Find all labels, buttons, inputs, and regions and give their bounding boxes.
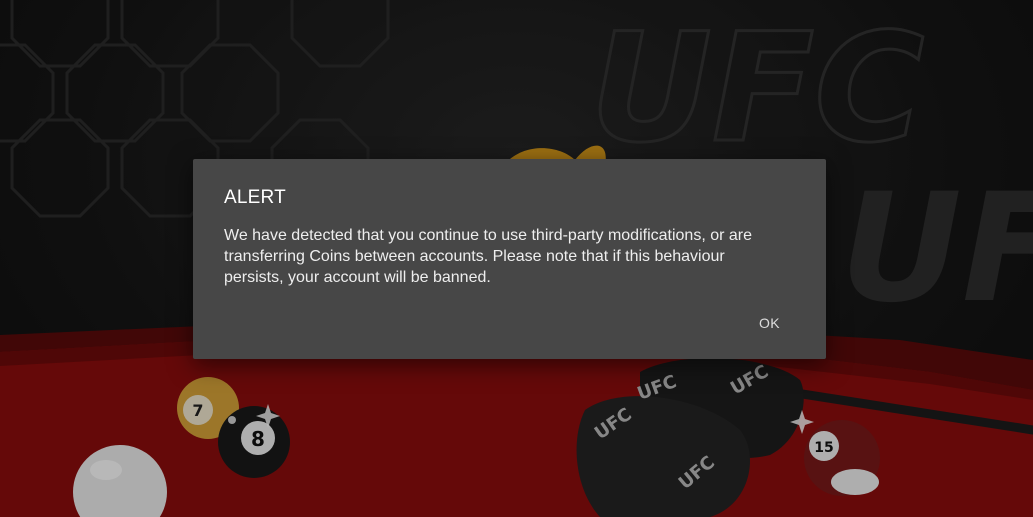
dialog-title: ALERT <box>224 187 286 208</box>
ok-button[interactable]: OK <box>753 311 786 335</box>
game-screen: UFC UFC 7 8 <box>0 0 1033 517</box>
alert-dialog: ALERT We have detected that you continue… <box>193 159 826 359</box>
dialog-message: We have detected that you continue to us… <box>224 227 752 286</box>
